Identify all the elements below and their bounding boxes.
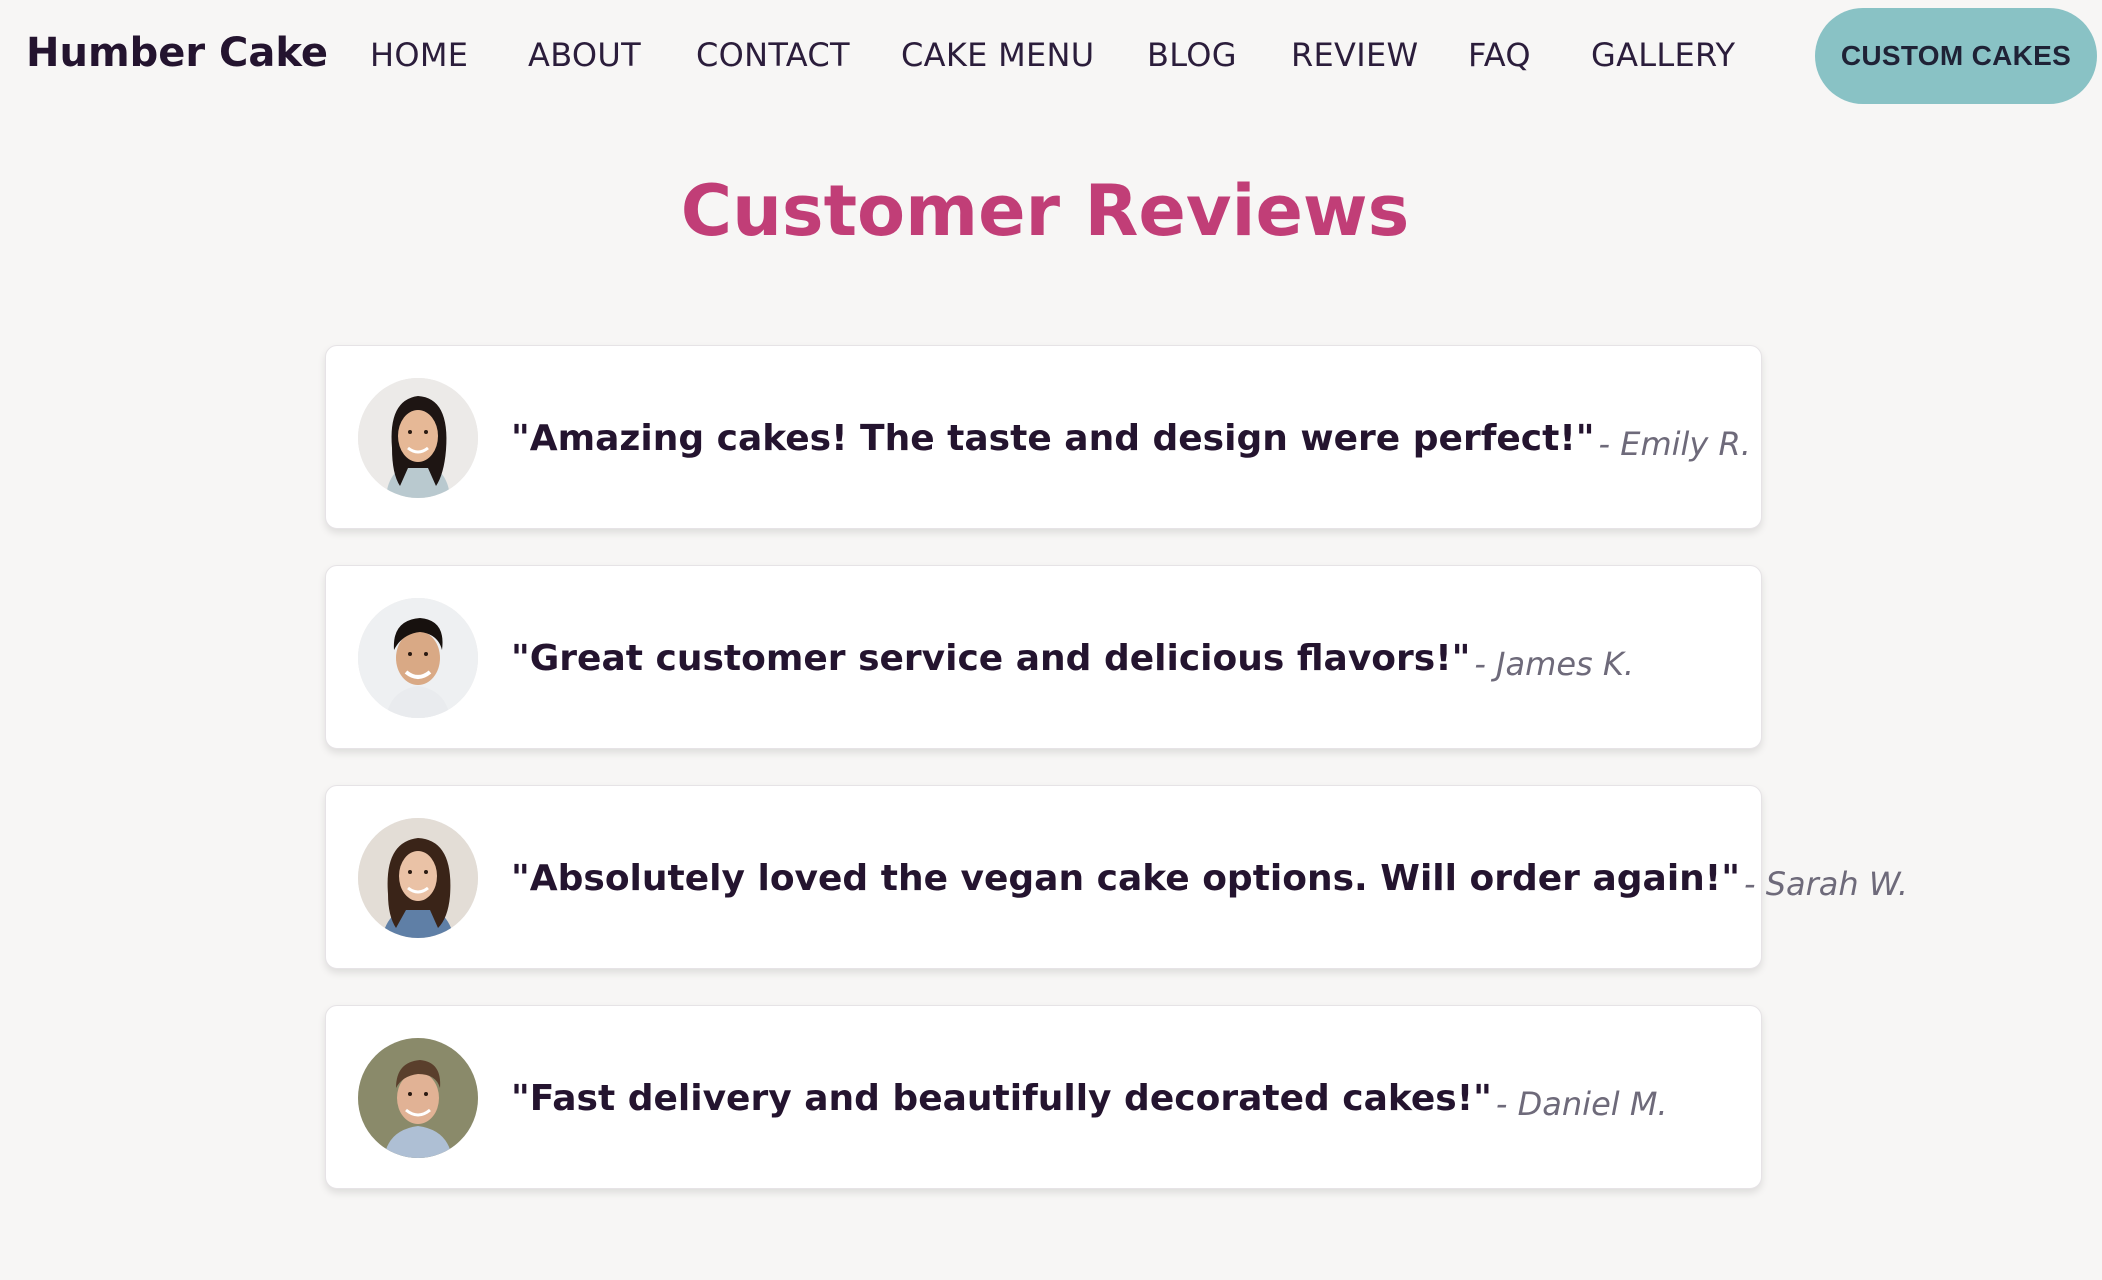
review-body: "Absolutely loved the vegan cake options… [511,786,1908,970]
review-quote: "Amazing cakes! The taste and design wer… [511,417,1595,459]
review-card: "Great customer service and delicious fl… [325,565,1762,749]
nav-home[interactable]: HOME [370,36,468,74]
woman-portrait-icon [358,378,478,498]
review-card: "Fast delivery and beautifully decorated… [325,1005,1762,1189]
site-header: Humber Cake HOME ABOUT CONTACT CAKE MENU… [0,0,2102,115]
reviewer-avatar [358,378,478,498]
nav-cake-menu[interactable]: CAKE MENU [901,36,1095,74]
reviewer-avatar [358,1038,478,1158]
review-quote: "Great customer service and delicious fl… [511,637,1471,679]
review-author: - Daniel M. [1495,1085,1668,1123]
review-card: "Amazing cakes! The taste and design wer… [325,345,1762,529]
man-portrait-icon [358,1038,478,1158]
main-nav: HOME ABOUT CONTACT CAKE MENU BLOG REVIEW… [0,0,2102,115]
review-card: "Absolutely loved the vegan cake options… [325,785,1908,969]
review-author: - Sarah W. [1743,865,1909,903]
review-quote: "Fast delivery and beautifully decorated… [511,1077,1492,1119]
review-author: - Emily R. [1598,425,1751,463]
review-quote: "Absolutely loved the vegan cake options… [511,857,1740,899]
page-title: Customer Reviews [680,170,1410,252]
nav-review[interactable]: REVIEW [1291,36,1418,74]
man-portrait-icon [358,598,478,718]
reviews-list: "Amazing cakes! The taste and design wer… [325,345,1908,1225]
nav-about[interactable]: ABOUT [528,36,641,74]
review-body: "Amazing cakes! The taste and design wer… [511,346,1751,530]
review-body: "Fast delivery and beautifully decorated… [511,1006,1668,1190]
woman-portrait-icon [358,818,478,938]
nav-gallery[interactable]: GALLERY [1591,36,1735,74]
nav-faq[interactable]: FAQ [1468,36,1531,74]
reviewer-avatar [358,818,478,938]
reviewer-avatar [358,598,478,718]
nav-blog[interactable]: BLOG [1147,36,1237,74]
custom-cakes-button[interactable]: CUSTOM CAKES [1815,8,2097,104]
review-body: "Great customer service and delicious fl… [511,566,1634,750]
nav-contact[interactable]: CONTACT [696,36,850,74]
review-author: - James K. [1474,645,1635,683]
